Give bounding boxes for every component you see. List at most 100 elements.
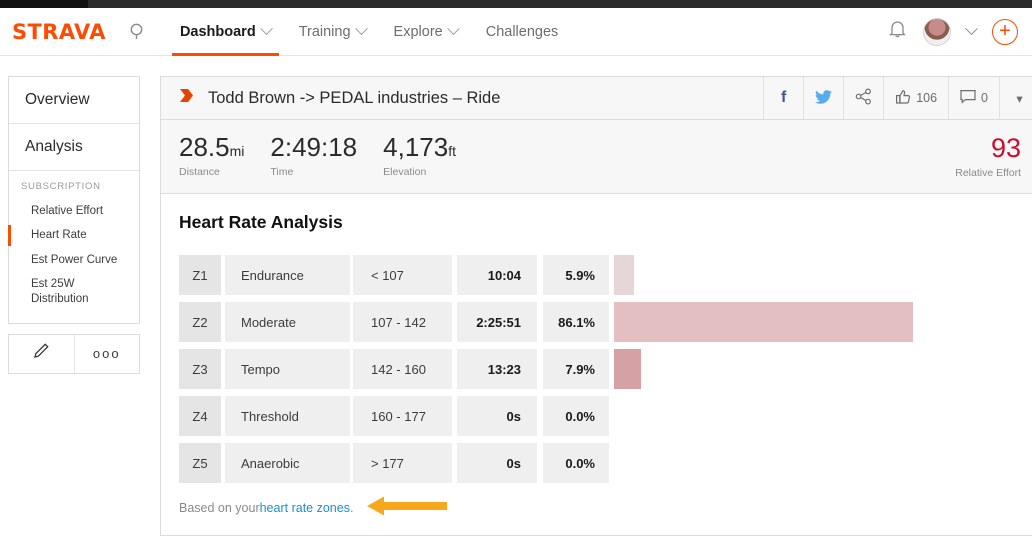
stat-value: 28.5 (179, 132, 230, 162)
chevron-down-icon (260, 22, 273, 35)
stat-value: 4,173 (383, 132, 448, 162)
facebook-share-button[interactable]: f (763, 77, 803, 119)
sidebar-item-est-power-curve[interactable]: Est Power Curve (9, 248, 139, 272)
sidebar-item-analysis[interactable]: Analysis (9, 123, 139, 170)
sidebar-item-est-25w-distribution[interactable]: Est 25W Distribution (9, 272, 139, 311)
nav-item-explore[interactable]: Explore (380, 8, 472, 56)
sidebar-item-overview[interactable]: Overview (9, 77, 139, 123)
browser-tab (0, 0, 88, 8)
zone-badge: Z2 (179, 302, 221, 342)
stat-unit: mi (230, 143, 245, 159)
twitter-icon (815, 90, 832, 107)
zone-percent: 7.9% (543, 349, 609, 389)
ellipsis-icon: ooo (93, 346, 121, 361)
zone-name: Tempo (225, 349, 350, 389)
zone-time: 10:04 (457, 255, 537, 295)
stat-time: 2:49:18 Time (270, 134, 357, 178)
bell-icon[interactable] (888, 19, 907, 44)
zone-bar-track (614, 302, 1032, 342)
zone-badge: Z1 (179, 255, 221, 295)
nav-right-group: + (888, 18, 1032, 46)
chevron-down-icon[interactable] (965, 22, 978, 35)
avatar[interactable] (923, 18, 951, 46)
table-row: Z1Endurance< 10710:045.9% (179, 255, 1032, 295)
zone-bar (614, 302, 913, 342)
sidebar-item-heart-rate[interactable]: Heart Rate (9, 223, 139, 247)
kudos-count: 106 (916, 91, 937, 105)
stat-label: Elevation (383, 166, 456, 178)
nav-item-training[interactable]: Training (285, 8, 380, 56)
social-actions: f (763, 77, 1032, 119)
nav-item-challenges[interactable]: Challenges (472, 8, 573, 56)
activity-stats-bar: 28.5mi Distance 2:49:18 Time 4,173ft Ele… (160, 120, 1032, 194)
zone-time: 0s (457, 396, 537, 436)
nav-items: Dashboard Training Explore Challenges (166, 8, 572, 56)
thumbs-up-icon (895, 89, 911, 108)
zone-name: Anaerobic (225, 443, 350, 483)
stat-value: 2:49:18 (270, 132, 357, 162)
zone-time: 2:25:51 (457, 302, 537, 342)
zone-bar (614, 349, 641, 389)
zone-percent: 0.0% (543, 443, 609, 483)
sidebar-card: Overview Analysis SUBSCRIPTION Relative … (8, 76, 140, 324)
chevron-down-icon (447, 22, 460, 35)
stat-distance: 28.5mi Distance (179, 134, 244, 178)
twitter-share-button[interactable] (803, 77, 843, 119)
stat-label: Distance (179, 166, 244, 178)
sidebar-item-relative-effort[interactable]: Relative Effort (9, 199, 139, 223)
strava-logo[interactable]: STRAVA (12, 20, 106, 44)
comment-count: 0 (981, 91, 988, 105)
comments-button[interactable]: 0 (948, 77, 999, 119)
zone-range: 142 - 160 (353, 349, 452, 389)
table-row: Z4Threshold160 - 1770s0.0% (179, 396, 1032, 436)
add-activity-button[interactable]: + (992, 19, 1018, 45)
footnote-suffix: . (350, 501, 353, 515)
heart-rate-table: Z1Endurance< 10710:045.9% Z2Moderate107 -… (179, 255, 1032, 483)
zone-range: 160 - 177 (353, 396, 452, 436)
kudos-button[interactable]: 106 (883, 77, 948, 119)
facebook-icon: f (781, 89, 786, 107)
table-row: Z2Moderate107 - 1422:25:5186.1% (179, 302, 1032, 342)
stat-label: Time (270, 166, 357, 178)
zone-name: Threshold (225, 396, 350, 436)
zone-badge: Z5 (179, 443, 221, 483)
relative-effort-label: Relative Effort (955, 167, 1021, 179)
edit-activity-button[interactable] (9, 335, 74, 373)
share-button[interactable] (843, 77, 883, 119)
stat-unit: ft (448, 143, 456, 159)
top-navigation: STRAVA Dashboard Training Explore Challe… (0, 8, 1032, 56)
nav-item-label: Dashboard (180, 24, 256, 40)
panel-title: Heart Rate Analysis (179, 212, 1032, 233)
sidebar-subscription-heading: SUBSCRIPTION (9, 181, 139, 199)
zone-time: 13:23 (457, 349, 537, 389)
relative-effort-stat: 93 Relative Effort (955, 134, 1021, 179)
zone-badge: Z3 (179, 349, 221, 389)
zone-range: 107 - 142 (353, 302, 452, 342)
zone-bar-track (614, 396, 1032, 436)
relative-effort-value: 93 (955, 134, 1021, 162)
share-icon (855, 88, 872, 108)
nav-item-label: Explore (394, 24, 443, 40)
zone-percent: 5.9% (543, 255, 609, 295)
sidebar-tools: ooo (8, 334, 140, 374)
zone-name: Endurance (225, 255, 350, 295)
main-content: Todd Brown -> PEDAL industries – Ride f (160, 76, 1032, 536)
more-options-button[interactable]: ooo (74, 335, 140, 373)
heart-rate-panel: Heart Rate Analysis Z1Endurance< 10710:0… (160, 194, 1032, 536)
zone-bar (614, 255, 634, 295)
zone-percent: 86.1% (543, 302, 609, 342)
sidebar: Overview Analysis SUBSCRIPTION Relative … (8, 76, 140, 374)
page-title: Todd Brown -> PEDAL industries – Ride (208, 89, 500, 108)
nav-item-dashboard[interactable]: Dashboard (166, 8, 285, 56)
heart-rate-zones-link[interactable]: heart rate zones (260, 501, 350, 515)
activity-options-dropdown[interactable]: ▾ (999, 77, 1032, 119)
nav-item-label: Training (299, 24, 351, 40)
zone-badge: Z4 (179, 396, 221, 436)
sidebar-subscription-group: SUBSCRIPTION Relative Effort Heart Rate … (9, 170, 139, 323)
zone-bar-track (614, 349, 1032, 389)
search-icon[interactable] (128, 22, 148, 42)
zone-range: > 177 (353, 443, 452, 483)
nav-item-label: Challenges (486, 24, 559, 40)
footnote-prefix: Based on your (179, 501, 260, 515)
activity-title-left: Todd Brown -> PEDAL industries – Ride (161, 77, 763, 119)
